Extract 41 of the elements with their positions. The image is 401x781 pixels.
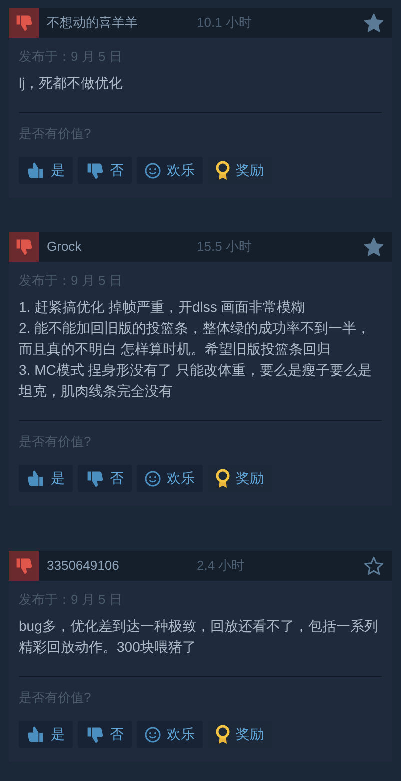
review-text: 1. 赶紧搞优化 掉帧严重，开dlss 画面非常模糊 (19, 298, 306, 317)
vote-button[interactable]: 否 (78, 157, 132, 184)
star-icon[interactable] (364, 556, 384, 576)
smiley-icon (145, 162, 161, 178)
award-ribbon-icon (216, 724, 230, 744)
thumbs-down-icon (15, 238, 33, 256)
vote-button[interactable]: 奖励 (208, 721, 272, 748)
vote-button[interactable]: 否 (78, 721, 132, 748)
thumbs-down-icon (15, 557, 33, 575)
review-text: lj，死都不做优化 (19, 74, 124, 93)
vote-button[interactable]: 奖励 (208, 157, 272, 184)
playtime: 15.5 小时 (197, 238, 252, 256)
playtime: 10.1 小时 (197, 14, 252, 32)
vote-button[interactable]: 是 (19, 721, 73, 748)
vote-button[interactable]: 是 (19, 157, 73, 184)
vote-button[interactable]: 欢乐 (137, 721, 203, 748)
vote-button[interactable]: 欢乐 (137, 157, 203, 184)
playtime: 2.4 小时 (197, 557, 245, 576)
author-name[interactable]: 3350649106 (47, 556, 197, 576)
smiley-icon (145, 470, 161, 486)
thumbs-down-icon (86, 726, 104, 744)
vote-button[interactable]: 奖励 (208, 465, 272, 492)
thumbs-up-icon (27, 726, 45, 744)
thumbs-down-icon (86, 162, 104, 180)
review-text: 3. MC模式 捏身形没有了 只能改体重，要么是瘦子要么是坦克，肌肉线条完全没有 (19, 361, 374, 401)
author-name[interactable]: 不想动的喜羊羊 (47, 13, 197, 33)
vote-button[interactable]: 欢乐 (137, 465, 203, 492)
review-text: 2. 能不能加回旧版的投篮条，整体绿的成功率不到一半，而且真的不明白 怎样算时机。希望旧版投篮条回归 (19, 319, 372, 359)
review-text: bug多，优化差到达一种极致，回放还看不了，包括一系列精彩回放动作。300块喂猪了 (19, 617, 380, 657)
smiley-icon (145, 726, 161, 742)
thumbs-up-icon (27, 162, 45, 180)
vote-button[interactable]: 否 (78, 465, 132, 492)
award-ribbon-icon (216, 468, 230, 488)
star-icon[interactable] (364, 13, 384, 33)
star-icon[interactable] (364, 237, 384, 257)
thumbs-up-icon (27, 470, 45, 488)
thumbs-down-icon (86, 470, 104, 488)
vote-button[interactable]: 是 (19, 465, 73, 492)
author-name[interactable]: Grock (47, 237, 197, 257)
thumbs-down-icon (15, 14, 33, 32)
award-ribbon-icon (216, 160, 230, 180)
